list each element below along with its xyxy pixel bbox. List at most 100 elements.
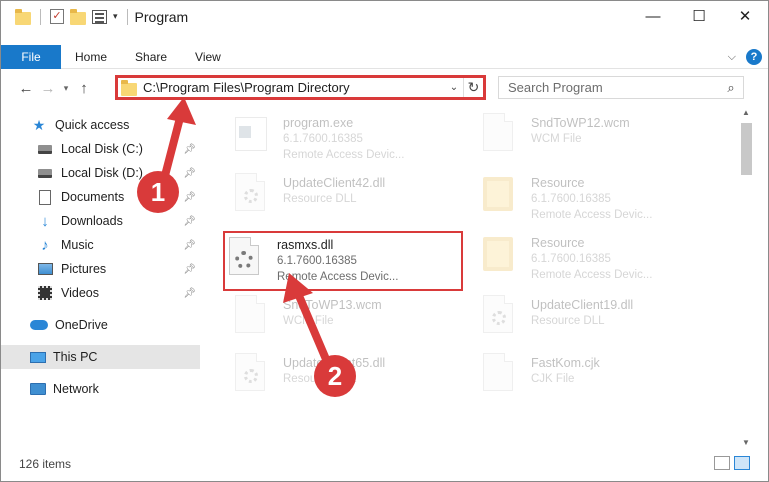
minimize-icon[interactable]: — [630, 1, 676, 31]
up-arrow-icon[interactable]: ↑ [73, 80, 95, 97]
sidebar-item-label: Music [61, 238, 94, 252]
sidebar-item-onedrive[interactable]: OneDrive [1, 313, 200, 337]
back-arrow-icon[interactable]: ← [15, 80, 37, 97]
download-icon: ↓ [41, 212, 49, 230]
toolbar-divider [40, 8, 41, 25]
navigation-pane: ★ Quick access Local Disk (C:) 📌︎ Local … [1, 111, 202, 451]
sidebar-item-this-pc[interactable]: This PC [1, 345, 200, 369]
ribbon-tabs: File Home Share View ⌵ ? [1, 44, 768, 69]
close-icon[interactable]: ✕ [722, 1, 768, 31]
item-count: 126 items [19, 457, 72, 471]
pin-icon[interactable]: 📌︎ [183, 192, 196, 203]
cloud-icon [30, 320, 48, 330]
list-item[interactable]: UpdateClient19.dll Resource DLL [469, 291, 709, 349]
pin-icon[interactable]: 📌︎ [183, 216, 196, 227]
sidebar-item-label: Quick access [55, 118, 130, 132]
sidebar-item-label: Local Disk (D:) [61, 166, 143, 180]
scroll-thumb[interactable] [741, 123, 752, 175]
list-item[interactable]: program.exe 6.1.7600.16385 Remote Access… [221, 109, 461, 167]
folder-icon[interactable] [15, 8, 31, 25]
pin-icon[interactable]: 📌︎ [183, 144, 196, 155]
view-toggle [714, 456, 750, 470]
toolbar-divider [126, 8, 128, 25]
file-name: rasmxs.dll [277, 238, 334, 252]
sidebar-item-label: Pictures [61, 262, 107, 276]
tab-file[interactable]: File [1, 44, 61, 69]
sidebar-item-label: Documents [61, 190, 125, 204]
computer-icon [30, 351, 46, 363]
file-version: 6.1.7600.16385 [531, 253, 611, 265]
sidebar-item-videos[interactable]: Videos 📌︎ [1, 281, 200, 305]
list-item[interactable]: UpdateClient42.dll Resource DLL [221, 169, 461, 227]
explorer-window: ✓ ▾ Program — ☐ ✕ File Home Share View ⌵… [0, 0, 769, 482]
folder-icon [483, 177, 513, 211]
refresh-icon[interactable]: ↻ [463, 78, 483, 97]
tiles-view-icon[interactable] [734, 456, 750, 470]
list-item[interactable]: SndToWP12.wcm WCM File [469, 109, 709, 167]
file-name: UpdateClient19.dll [531, 298, 634, 312]
recent-locations-icon[interactable]: ▾ [59, 83, 73, 94]
address-path[interactable]: C:\Program Files\Program Directory [143, 80, 445, 95]
tab-home[interactable]: Home [61, 45, 121, 69]
tab-view[interactable]: View [181, 45, 235, 69]
sidebar-item-quick-access[interactable]: ★ Quick access [1, 113, 200, 137]
dll-icon [235, 353, 265, 391]
file-version: 6.1.7600.16385 [531, 193, 611, 205]
expand-ribbon-icon[interactable]: ⌵ [728, 51, 736, 64]
documents-icon [39, 189, 51, 205]
pin-icon[interactable]: 📌︎ [183, 264, 196, 275]
window-title: Program [134, 8, 189, 25]
list-item[interactable]: Resource 6.1.7600.16385 Remote Access De… [469, 229, 709, 287]
address-dropdown-icon[interactable]: ⌄ [445, 82, 463, 93]
sidebar-item-music[interactable]: ♪ Music 📌︎ [1, 233, 200, 257]
search-box[interactable]: ⌕ [498, 76, 744, 99]
maximize-icon[interactable]: ☐ [676, 1, 722, 31]
list-item[interactable]: Resource 6.1.7600.16385 Remote Access De… [469, 169, 709, 227]
file-description: Remote Access Devic... [531, 209, 653, 221]
pin-icon[interactable]: 📌︎ [183, 240, 196, 251]
file-description: WCM File [283, 315, 334, 327]
sidebar-item-label: Videos [61, 286, 99, 300]
sidebar-item-network[interactable]: Network [1, 377, 200, 401]
pin-icon[interactable]: 📌︎ [183, 288, 196, 299]
details-view-icon[interactable] [714, 456, 730, 470]
forward-arrow-icon[interactable]: → [37, 80, 59, 97]
file-description: Resource DLL [531, 315, 605, 327]
sidebar-item-label: Local Disk (C:) [61, 142, 143, 156]
sidebar-item-label: Downloads [61, 214, 123, 228]
file-list: program.exe 6.1.7600.16385 Remote Access… [215, 105, 735, 451]
new-folder-icon[interactable] [70, 8, 86, 25]
list-item[interactable]: SndToWP13.wcm WCM File [221, 291, 461, 349]
sidebar-item-local-disk-c[interactable]: Local Disk (C:) 📌︎ [1, 137, 200, 161]
search-input[interactable] [508, 80, 719, 95]
file-version: 6.1.7600.16385 [277, 255, 357, 267]
file-name: SndToWP13.wcm [283, 298, 382, 312]
properties-icon[interactable] [92, 9, 107, 24]
file-name: SndToWP12.wcm [531, 116, 630, 130]
status-bar: 126 items [1, 453, 768, 475]
sidebar-item-downloads[interactable]: ↓ Downloads 📌︎ [1, 209, 200, 233]
scroll-down-icon[interactable]: ▼ [738, 435, 754, 451]
pin-icon[interactable]: 📌︎ [183, 168, 196, 179]
tab-share[interactable]: Share [121, 45, 181, 69]
pictures-icon [37, 263, 53, 275]
star-icon: ★ [32, 116, 46, 133]
dll-icon [483, 295, 513, 333]
sidebar-item-pictures[interactable]: Pictures 📌︎ [1, 257, 200, 281]
file-icon [235, 295, 265, 333]
address-bar[interactable]: C:\Program Files\Program Directory ⌄ ↻ [115, 75, 486, 100]
vertical-scrollbar[interactable]: ▲ ▼ [738, 105, 754, 451]
file-name: program.exe [283, 116, 354, 130]
step-badge-2: 2 [314, 355, 356, 397]
file-description: WCM File [531, 133, 582, 145]
list-item[interactable]: FastKom.cjk CJK File [469, 349, 709, 407]
properties-check-icon[interactable]: ✓ [50, 9, 64, 24]
highlighted-file-rasmxs[interactable]: rasmxs.dll 6.1.7600.16385 Remote Access … [223, 231, 463, 291]
file-version: 6.1.7600.16385 [283, 133, 363, 145]
customize-dropdown-icon[interactable]: ▾ [113, 11, 118, 22]
navigation-bar: ← → ▾ ↑ C:\Program Files\Program Directo… [1, 73, 768, 103]
scroll-up-icon[interactable]: ▲ [738, 105, 754, 121]
disk-icon [38, 144, 52, 154]
help-icon[interactable]: ? [746, 49, 762, 65]
search-icon[interactable]: ⌕ [719, 80, 743, 96]
